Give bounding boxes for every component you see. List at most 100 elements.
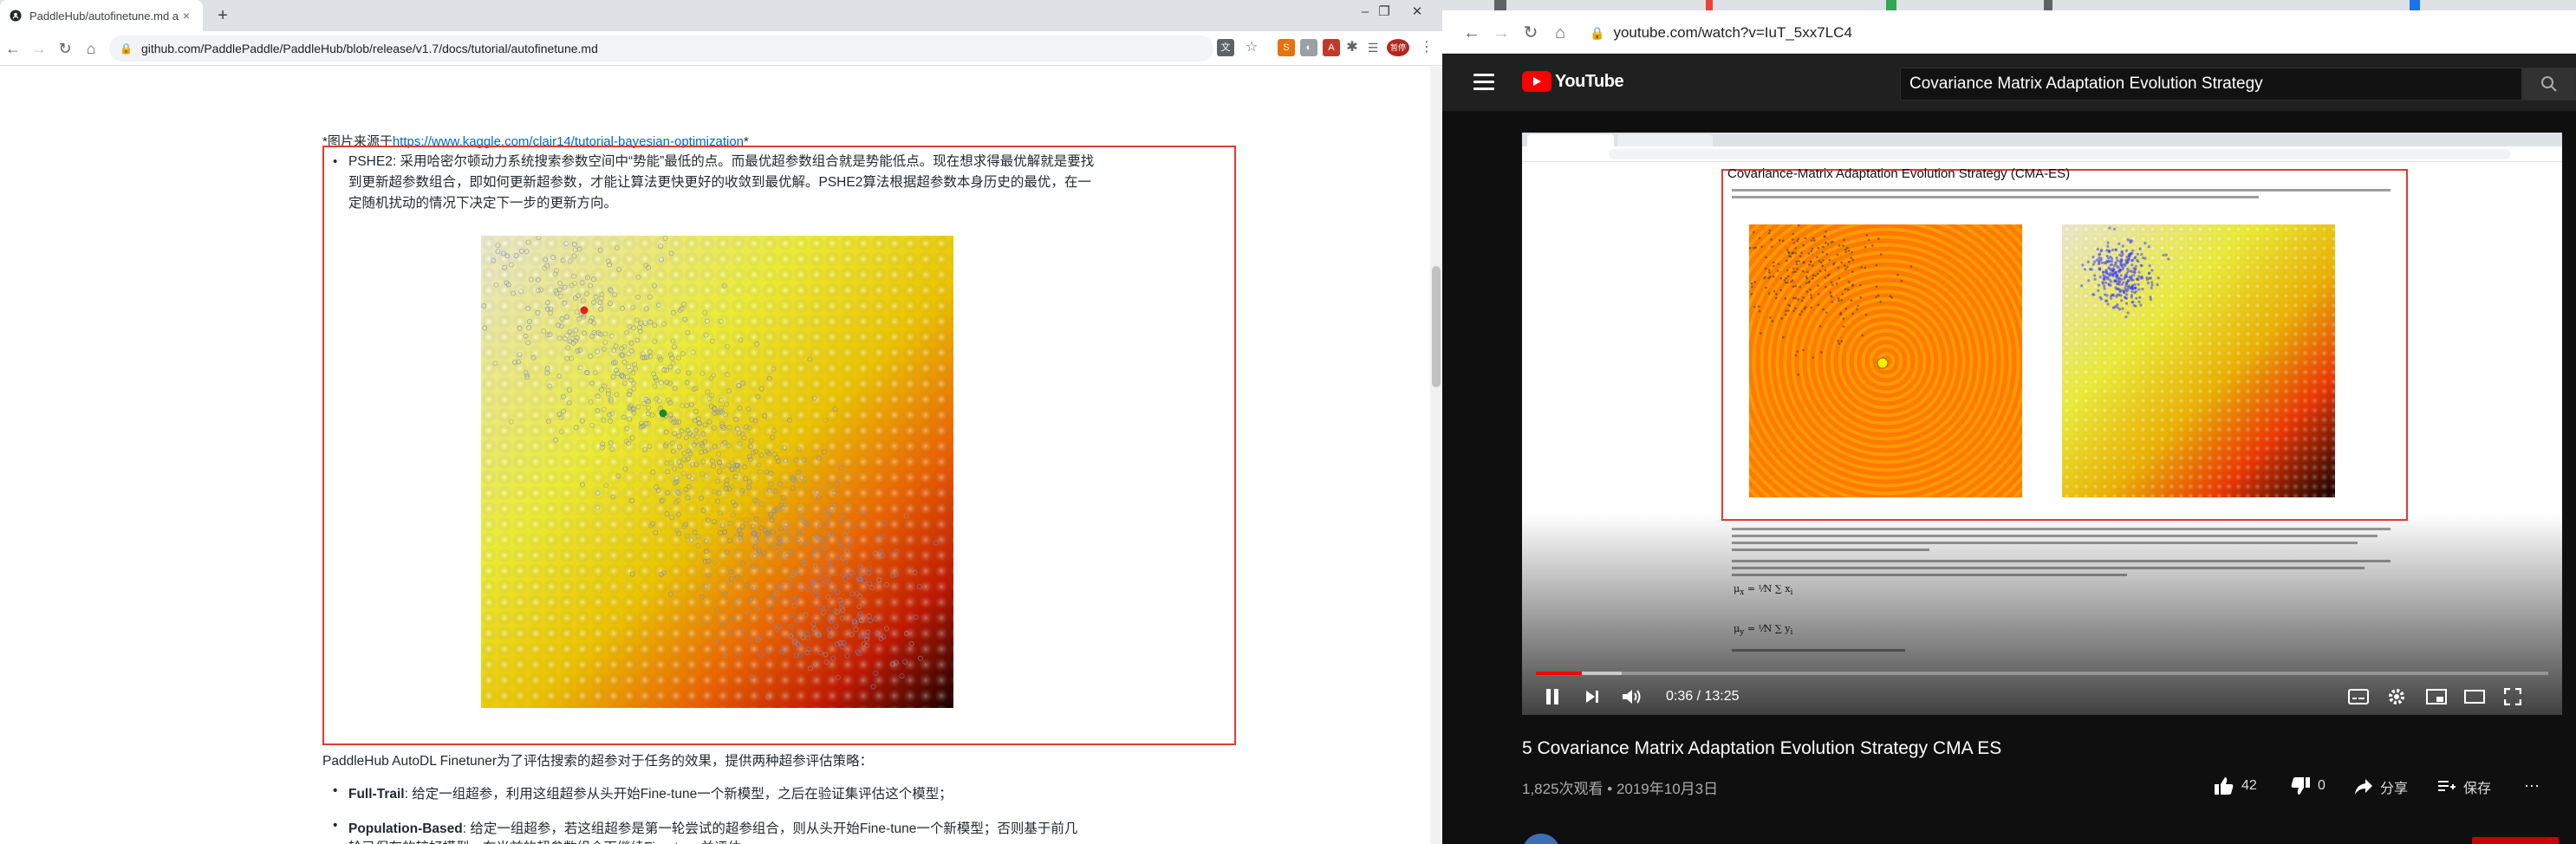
population-point <box>1846 246 1849 250</box>
more-actions-button[interactable]: ··· <box>2524 776 2540 795</box>
forward-icon[interactable]: → <box>1489 21 1513 45</box>
population-point <box>2122 266 2125 269</box>
population-point <box>2083 268 2087 271</box>
search-button[interactable] <box>2522 68 2576 101</box>
population-point <box>1818 269 1822 272</box>
pause-button[interactable] <box>1539 684 1565 710</box>
population-point <box>1753 305 1756 308</box>
population-point <box>2106 276 2110 279</box>
strategy-intro: PaddleHub AutoDL Finetuner为了评估搜索的超参对于任务的… <box>322 754 874 769</box>
population-point <box>1760 332 1762 334</box>
close-window-button[interactable]: ✕ <box>1397 0 1437 26</box>
tab-github-autofinetune[interactable]: PaddleHub/autofinetune.md at · × <box>0 0 203 31</box>
population-point <box>1792 242 1796 244</box>
translate-icon[interactable]: 文 <box>1217 39 1234 56</box>
github-icon <box>9 9 23 23</box>
browser-toolbar: ← → ↻ ⌂ 🔒 youtube.com/watch?v=IuT_5xx7LC… <box>1442 10 2576 54</box>
population-point <box>1864 314 1868 316</box>
population-point <box>1851 283 1855 286</box>
tab-fragment[interactable] <box>1886 0 1896 10</box>
address-bar[interactable]: 🔒 github.com/PaddlePaddle/PaddleHub/blob… <box>109 36 1213 62</box>
hamburger-menu-icon[interactable] <box>1473 74 1494 91</box>
video-player[interactable]: Covariance-Matrix Adaptation Evolution S… <box>1522 133 2562 715</box>
volume-button[interactable] <box>1617 684 1647 710</box>
close-tab-icon[interactable]: × <box>179 9 194 23</box>
population-point <box>1831 283 1834 287</box>
optimum-marker <box>1877 357 1889 369</box>
population-point <box>1859 283 1862 287</box>
subscribe-button[interactable] <box>2472 837 2559 844</box>
population-point <box>1779 289 1782 292</box>
next-button[interactable] <box>1579 684 1605 710</box>
population-point <box>1817 303 1820 307</box>
profile-avatar-paused[interactable]: 暂停 <box>1387 39 1409 56</box>
share-label: 分享 <box>2380 782 2409 796</box>
population-point <box>1794 247 1798 250</box>
tab-strip <box>1442 0 2576 10</box>
address-bar[interactable]: 🔒 youtube.com/watch?v=IuT_5xx7LC4 <box>1590 18 2560 48</box>
forward-icon[interactable]: → <box>28 37 50 60</box>
extension-icon-3[interactable]: A <box>1323 39 1340 56</box>
extension-icon-1[interactable]: S <box>1278 39 1295 56</box>
population-point <box>1796 350 1799 353</box>
population-point <box>1820 351 1823 354</box>
reload-icon[interactable]: ↻ <box>54 37 76 60</box>
population-point <box>1841 293 1844 295</box>
reading-list-icon[interactable]: ☰ <box>1364 39 1382 56</box>
population-point <box>2150 286 2153 289</box>
home-icon[interactable]: ⌂ <box>1548 21 1572 45</box>
thumbs-up-icon <box>2215 777 2234 795</box>
population-point <box>1830 281 1833 283</box>
population-point <box>2081 263 2085 267</box>
scrollbar-thumb[interactable] <box>1432 266 1441 387</box>
menu-kebab-icon[interactable]: ⋮ <box>1418 39 1435 56</box>
population-point <box>2124 315 2128 319</box>
population-point <box>2099 297 2103 301</box>
settings-button[interactable] <box>2384 684 2410 710</box>
bookmark-star-icon[interactable]: ☆ <box>1243 39 1260 56</box>
youtube-search-input[interactable]: Covariance Matrix Adaptation Evolution S… <box>1900 68 2522 101</box>
tab-fragment[interactable] <box>1706 0 1713 10</box>
share-button[interactable]: 分享 <box>2354 776 2408 797</box>
dislike-button[interactable]: 0 <box>2290 776 2326 795</box>
save-button[interactable]: 保存 <box>2437 776 2491 797</box>
population-point <box>2164 253 2168 256</box>
youtube-logo[interactable]: YouTube <box>1522 71 1624 92</box>
new-tab-button[interactable]: + <box>211 5 234 28</box>
population-point <box>2116 303 2119 307</box>
population-point <box>2146 281 2150 285</box>
like-button[interactable]: 42 <box>2214 776 2257 795</box>
cma-es-right-plot <box>2062 224 2335 497</box>
population-point <box>1773 261 1775 264</box>
theater-mode-button[interactable] <box>2462 684 2488 710</box>
tab-fragment[interactable] <box>1494 0 1506 10</box>
population-point <box>2120 250 2124 254</box>
page-scrollbar[interactable] <box>1430 67 1442 844</box>
subtitles-button[interactable] <box>2345 684 2371 710</box>
reload-icon[interactable]: ↻ <box>1519 21 1543 45</box>
home-icon[interactable]: ⌂ <box>80 37 102 60</box>
population-point <box>1844 288 1847 290</box>
population-point <box>1792 296 1795 300</box>
back-icon[interactable]: ← <box>2 37 24 60</box>
population-point <box>1828 258 1831 262</box>
population-point <box>2112 227 2117 230</box>
extensions-puzzle-icon[interactable]: ✱ <box>1343 39 1361 56</box>
population-point <box>2100 249 2104 252</box>
progress-bar[interactable] <box>1536 672 2548 675</box>
bullet-dot: • <box>333 783 338 798</box>
extension-icon-2[interactable]: ◐ <box>1300 39 1317 56</box>
population-point <box>2105 249 2109 252</box>
tab-fragment[interactable] <box>2410 0 2420 10</box>
tab-fragment[interactable] <box>2044 0 2052 10</box>
population-point <box>2106 302 2110 306</box>
population-point <box>2135 296 2138 300</box>
population-point <box>2097 262 2101 266</box>
back-icon[interactable]: ← <box>1460 21 1484 45</box>
channel-avatar[interactable] <box>1522 834 1560 844</box>
fullscreen-button[interactable] <box>2500 684 2526 710</box>
population-point <box>2103 287 2106 290</box>
population-point <box>1840 340 1843 342</box>
miniplayer-button[interactable] <box>2423 684 2449 710</box>
population-point <box>1791 238 1794 241</box>
